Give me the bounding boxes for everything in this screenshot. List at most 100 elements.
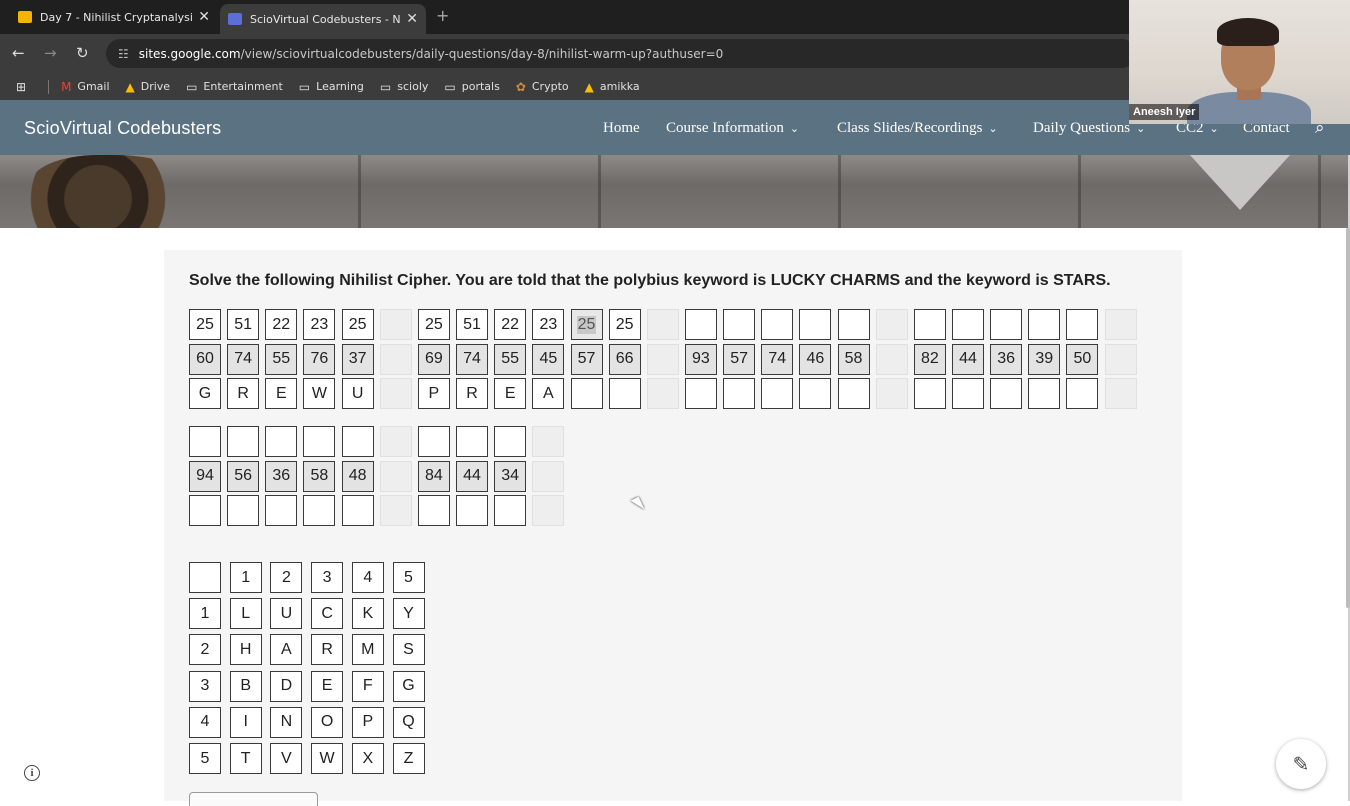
plain-input-cell[interactable] (837, 378, 870, 409)
plain-input-cell[interactable]: G (189, 378, 221, 409)
reload-icon[interactable]: ↻ (76, 44, 89, 62)
key-input-cell[interactable]: 23 (303, 309, 336, 340)
chevron-down-icon: ⌄ (988, 122, 998, 135)
key-input-cell[interactable] (417, 426, 450, 457)
polybius-header-cell: 3 (311, 562, 344, 593)
bookmark-portals[interactable]: ▭ portals (444, 80, 499, 94)
key-input-cell[interactable]: 25 (608, 309, 641, 340)
plain-input-cell[interactable] (1028, 378, 1061, 409)
key-input-cell[interactable] (913, 309, 946, 340)
nav-class-slides[interactable]: Class Slides/Recordings ⌄ (837, 120, 998, 137)
key-input-cell[interactable] (761, 309, 794, 340)
plain-input-cell[interactable]: P (417, 378, 450, 409)
key-input-cell[interactable]: 25 (417, 309, 450, 340)
key-input-cell[interactable] (799, 309, 832, 340)
key-input-cell[interactable] (837, 309, 870, 340)
key-input-cell[interactable] (341, 426, 374, 457)
key-input-cell[interactable] (456, 426, 489, 457)
spacer-cell (1104, 343, 1137, 375)
plain-input-cell[interactable] (227, 495, 260, 526)
close-tab-icon[interactable]: ✕ (406, 11, 418, 27)
back-icon[interactable]: ← (12, 44, 25, 62)
plain-input-cell[interactable] (570, 378, 603, 409)
submit-button[interactable] (189, 792, 318, 806)
drive-icon: ▲ (584, 79, 594, 94)
plain-input-cell[interactable] (303, 495, 336, 526)
tab-sciovirtual[interactable]: ScioVirtual Codebusters - Nihili ✕ (220, 4, 426, 34)
polybius-header-cell: 5 (189, 743, 221, 774)
plain-input-cell[interactable]: A (532, 378, 565, 409)
bookmark-scioly[interactable]: ▭ scioly (380, 80, 428, 94)
scrollbar-thumb[interactable] (1346, 228, 1350, 608)
edit-button[interactable]: ✎ (1276, 739, 1326, 789)
key-input-cell[interactable] (990, 309, 1023, 340)
key-input-cell[interactable] (227, 426, 260, 457)
plain-input-cell[interactable]: W (303, 378, 336, 409)
plain-input-cell[interactable] (341, 495, 374, 526)
plain-input-cell[interactable] (417, 495, 450, 526)
plain-input-cell[interactable] (1066, 378, 1099, 409)
forward-icon[interactable]: → (44, 44, 57, 62)
plain-input-cell[interactable] (684, 378, 717, 409)
polybius-letter-cell: Z (392, 743, 425, 774)
plain-input-cell[interactable] (761, 378, 794, 409)
plain-input-cell[interactable] (265, 495, 298, 526)
plain-input-cell[interactable] (494, 495, 527, 526)
bookmark-drive[interactable]: ▲ Drive (126, 80, 171, 94)
bookmark-crypto[interactable]: ✿ Crypto (516, 80, 569, 94)
key-input-cell[interactable] (1028, 309, 1061, 340)
plain-input-cell[interactable] (189, 495, 221, 526)
key-input-cell[interactable] (189, 426, 221, 457)
site-title[interactable]: ScioVirtual Codebusters (24, 118, 221, 139)
cipher-number-cell: 74 (761, 343, 794, 375)
key-input-cell[interactable] (265, 426, 298, 457)
plain-input-cell[interactable] (913, 378, 946, 409)
key-input-cell[interactable] (723, 309, 756, 340)
close-tab-icon[interactable]: ✕ (198, 9, 210, 25)
plain-input-cell[interactable] (723, 378, 756, 409)
key-input-cell[interactable]: 22 (494, 309, 527, 340)
bookmark-entertainment[interactable]: ▭ Entertainment (186, 80, 283, 94)
plain-input-cell[interactable]: R (227, 378, 260, 409)
site-info-icon[interactable]: ☷ (118, 47, 129, 61)
plain-input-cell[interactable] (456, 495, 489, 526)
polybius-letter-cell: O (311, 706, 344, 738)
nav-home[interactable]: Home (603, 120, 640, 137)
key-input-cell[interactable]: 25 (570, 309, 603, 340)
plain-input-cell[interactable]: R (456, 378, 489, 409)
key-input-cell[interactable] (1066, 309, 1099, 340)
plain-input-cell[interactable]: U (341, 378, 374, 409)
cipher-number-cell: 69 (417, 343, 450, 375)
bookmark-learning[interactable]: ▭ Learning (299, 80, 364, 94)
key-input-cell[interactable]: 51 (227, 309, 260, 340)
nav-course-information[interactable]: Course Information ⌄ (666, 120, 799, 137)
key-input-cell[interactable]: 22 (265, 309, 298, 340)
plain-input-cell[interactable]: E (494, 378, 527, 409)
info-icon[interactable]: i (24, 765, 40, 781)
key-input-cell[interactable] (303, 426, 336, 457)
plain-input-cell[interactable]: E (265, 378, 298, 409)
plain-input-cell[interactable] (608, 378, 641, 409)
polybius-header-cell: 3 (189, 670, 221, 702)
plain-input-cell[interactable] (990, 378, 1023, 409)
key-input-cell[interactable]: 23 (532, 309, 565, 340)
bookmark-gmail[interactable]: M Gmail (61, 80, 109, 94)
key-input-cell[interactable] (494, 426, 527, 457)
cipher-number-cell: 74 (227, 343, 260, 375)
key-input-cell[interactable]: 25 (189, 309, 221, 340)
nav-label: Home (603, 120, 640, 136)
key-input-cell[interactable]: 51 (456, 309, 489, 340)
apps-icon[interactable]: ⊞ (16, 80, 32, 94)
key-input-cell[interactable] (684, 309, 717, 340)
tab-day7[interactable]: Day 7 - Nihilist Cryptanalysis - C ✕ (10, 4, 218, 30)
url-field[interactable]: ☷ sites.google.com /view/sciovirtualcode… (106, 39, 1136, 68)
key-input-cell[interactable]: 25 (341, 309, 374, 340)
new-tab-button[interactable]: + (436, 6, 449, 25)
key-input-cell[interactable] (952, 309, 984, 340)
plain-input-cell[interactable] (799, 378, 832, 409)
url-host: sites.google.com (138, 46, 241, 61)
spacer-cell (379, 460, 412, 492)
plain-input-cell[interactable] (952, 378, 984, 409)
folder-icon: ▭ (444, 79, 456, 94)
bookmark-amikka[interactable]: ▲ amikka (585, 80, 640, 94)
